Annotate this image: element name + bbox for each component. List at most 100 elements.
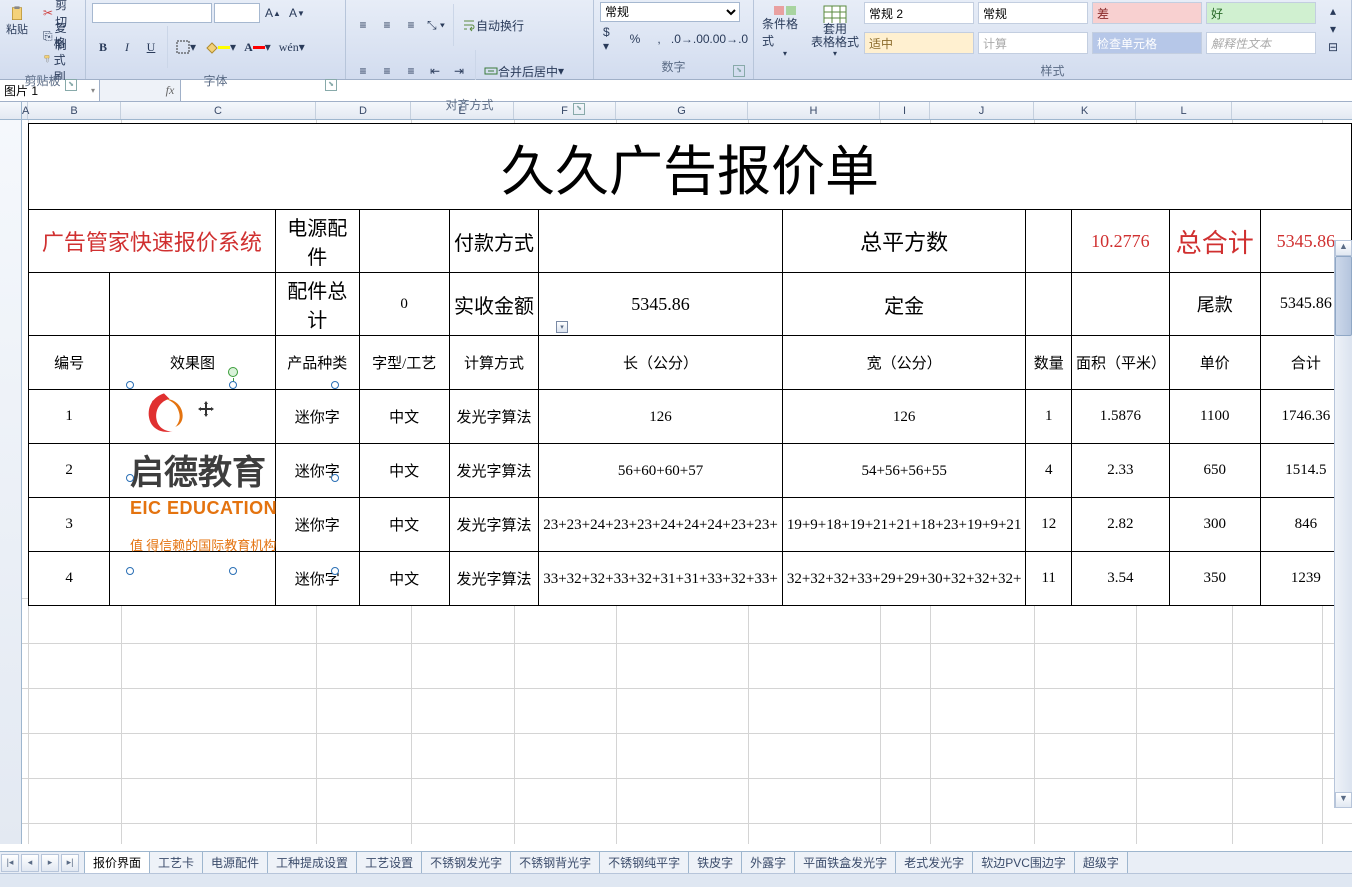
dialog-launcher-icon[interactable]: ⬊ (573, 103, 585, 115)
cell-style-calc[interactable]: 计算 (978, 32, 1088, 54)
paste-button[interactable]: 粘贴 (2, 4, 32, 38)
title-cell[interactable]: 久久广告报价单 (29, 124, 1352, 210)
cell-dropdown-button[interactable]: ▾ (556, 321, 568, 333)
cell[interactable]: 发光字算法 (449, 552, 538, 606)
cell-style-check[interactable]: 检查单元格 (1092, 32, 1202, 54)
decrease-decimal-button[interactable]: .00→.0 (711, 28, 748, 50)
cell[interactable]: 54+56+56+55 (782, 444, 1026, 498)
balance-label[interactable]: 尾款 (1169, 273, 1260, 336)
cell[interactable]: 350 (1169, 552, 1260, 606)
header-calc[interactable]: 计算方式 (449, 336, 538, 390)
cell[interactable]: 中文 (359, 498, 449, 552)
merge-center-button[interactable]: 合并后居中 ▾ (481, 60, 567, 82)
select-all-corner[interactable] (0, 102, 22, 119)
format-as-table-button[interactable]: 套用 表格格式▾ (810, 2, 860, 60)
percent-button[interactable]: % (624, 28, 646, 50)
sheet-tab[interactable]: 超级字 (1074, 852, 1128, 874)
cell[interactable]: 2 (29, 444, 110, 498)
header-area[interactable]: 面积（平米） (1071, 336, 1169, 390)
header-price[interactable]: 单价 (1169, 336, 1260, 390)
cell[interactable]: 1 (1026, 390, 1072, 444)
cell-style-normal[interactable]: 常规 (978, 2, 1088, 24)
sheet-tab[interactable]: 不锈钢纯平字 (599, 852, 689, 874)
cell[interactable]: 12 (1026, 498, 1072, 552)
sheet-tab[interactable]: 工种提成设置 (267, 852, 357, 874)
cell[interactable]: 650 (1169, 444, 1260, 498)
cell[interactable]: 4 (29, 552, 110, 606)
cell[interactable]: 3 (29, 498, 110, 552)
cell[interactable]: 2.82 (1071, 498, 1169, 552)
sheet-tab[interactable]: 不锈钢背光字 (510, 852, 600, 874)
col-header-J[interactable]: J (930, 102, 1034, 119)
cell[interactable]: 19+9+18+19+21+21+18+23+19+9+21 (782, 498, 1026, 552)
align-right-button[interactable]: ≡ (400, 60, 422, 82)
col-header-H[interactable]: H (748, 102, 880, 119)
phonetic-button[interactable]: wén ▾ (276, 36, 308, 58)
cell[interactable] (29, 273, 110, 336)
header-length[interactable]: 长（公分） (539, 336, 783, 390)
fill-color-button[interactable]: ▾ (201, 36, 239, 58)
cell[interactable]: 56+60+60+57 (539, 444, 783, 498)
sheet-tab[interactable]: 老式发光字 (895, 852, 973, 874)
cell[interactable]: 33+32+32+33+32+31+31+33+32+33+ (539, 552, 783, 606)
sheet-tab[interactable]: 不锈钢发光字 (421, 852, 511, 874)
dialog-launcher-icon[interactable]: ⬊ (325, 79, 337, 91)
wrap-text-button[interactable]: 自动换行 (459, 14, 527, 36)
cell[interactable] (359, 210, 449, 273)
align-top-button[interactable]: ≡ (352, 14, 374, 36)
dialog-launcher-icon[interactable]: ⬊ (733, 65, 745, 77)
cell[interactable]: 1.5876 (1071, 390, 1169, 444)
sheet-tab[interactable]: 报价界面 (84, 852, 150, 874)
cell[interactable]: 1100 (1169, 390, 1260, 444)
logo-image-selected[interactable]: 启德教育 EIC EDUCATION 值 得信赖的国际教育机构 (130, 385, 335, 571)
cell[interactable] (110, 273, 276, 336)
area-total-cell[interactable]: 10.2776 (1071, 210, 1169, 273)
deposit-label[interactable]: 定金 (782, 273, 1026, 336)
border-button[interactable]: ▾ (173, 36, 199, 58)
col-header-B[interactable]: B (28, 102, 121, 119)
cell[interactable]: 中文 (359, 390, 449, 444)
cell-style-neutral[interactable]: 适中 (864, 32, 974, 54)
underline-button[interactable]: U (140, 36, 162, 58)
tab-nav-prev[interactable]: ◂ (21, 854, 39, 872)
grand-total-label[interactable]: 总合计 (1169, 210, 1260, 273)
scroll-up-button[interactable]: ▲ (1335, 240, 1352, 256)
cell[interactable]: 0 (359, 273, 449, 336)
align-left-button[interactable]: ≡ (352, 60, 374, 82)
align-bottom-button[interactable]: ≡ (400, 14, 422, 36)
font-size-select[interactable] (214, 3, 260, 23)
dialog-launcher-icon[interactable]: ⬊ (65, 79, 77, 91)
styles-down-button[interactable]: ▾ (1322, 20, 1344, 38)
cell[interactable]: 4 (1026, 444, 1072, 498)
font-name-select[interactable] (92, 3, 212, 23)
sheet-tab[interactable]: 软边PVC围边字 (972, 852, 1075, 874)
grow-font-button[interactable]: A▲ (262, 2, 284, 24)
scroll-down-button[interactable]: ▼ (1335, 792, 1352, 808)
align-middle-button[interactable]: ≡ (376, 14, 398, 36)
accounting-format-button[interactable]: $ ▾ (600, 28, 622, 50)
header-qty[interactable]: 数量 (1026, 336, 1072, 390)
cell[interactable] (1026, 210, 1072, 273)
cell[interactable]: 配件总计 (275, 273, 359, 336)
orientation-button[interactable]: ⤡ ▾ (424, 14, 448, 36)
cell[interactable]: 126 (782, 390, 1026, 444)
bold-button[interactable]: B (92, 36, 114, 58)
cell-style-good[interactable]: 好 (1206, 2, 1316, 24)
cell[interactable] (1071, 273, 1169, 336)
align-center-button[interactable]: ≡ (376, 60, 398, 82)
sheet-tab[interactable]: 电源配件 (202, 852, 268, 874)
header-image[interactable]: 效果图 (110, 336, 276, 390)
cell[interactable]: 2.33 (1071, 444, 1169, 498)
vertical-scrollbar[interactable]: ▲ ▼ (1334, 240, 1352, 808)
cell[interactable]: 126 (539, 390, 783, 444)
col-header-C[interactable]: C (121, 102, 316, 119)
header-no[interactable]: 编号 (29, 336, 110, 390)
cell[interactable]: 发光字算法 (449, 390, 538, 444)
cell[interactable]: 付款方式 (449, 210, 538, 273)
cell[interactable]: 1 (29, 390, 110, 444)
sheet-tab[interactable]: 外露字 (741, 852, 795, 874)
cell[interactable]: 300 (1169, 498, 1260, 552)
actual-amount-cell[interactable]: 5345.86 (539, 273, 783, 336)
cell-style-normal2[interactable]: 常规 2 (864, 2, 974, 24)
cell[interactable]: 23+23+24+23+23+24+24+24+23+23+ (539, 498, 783, 552)
